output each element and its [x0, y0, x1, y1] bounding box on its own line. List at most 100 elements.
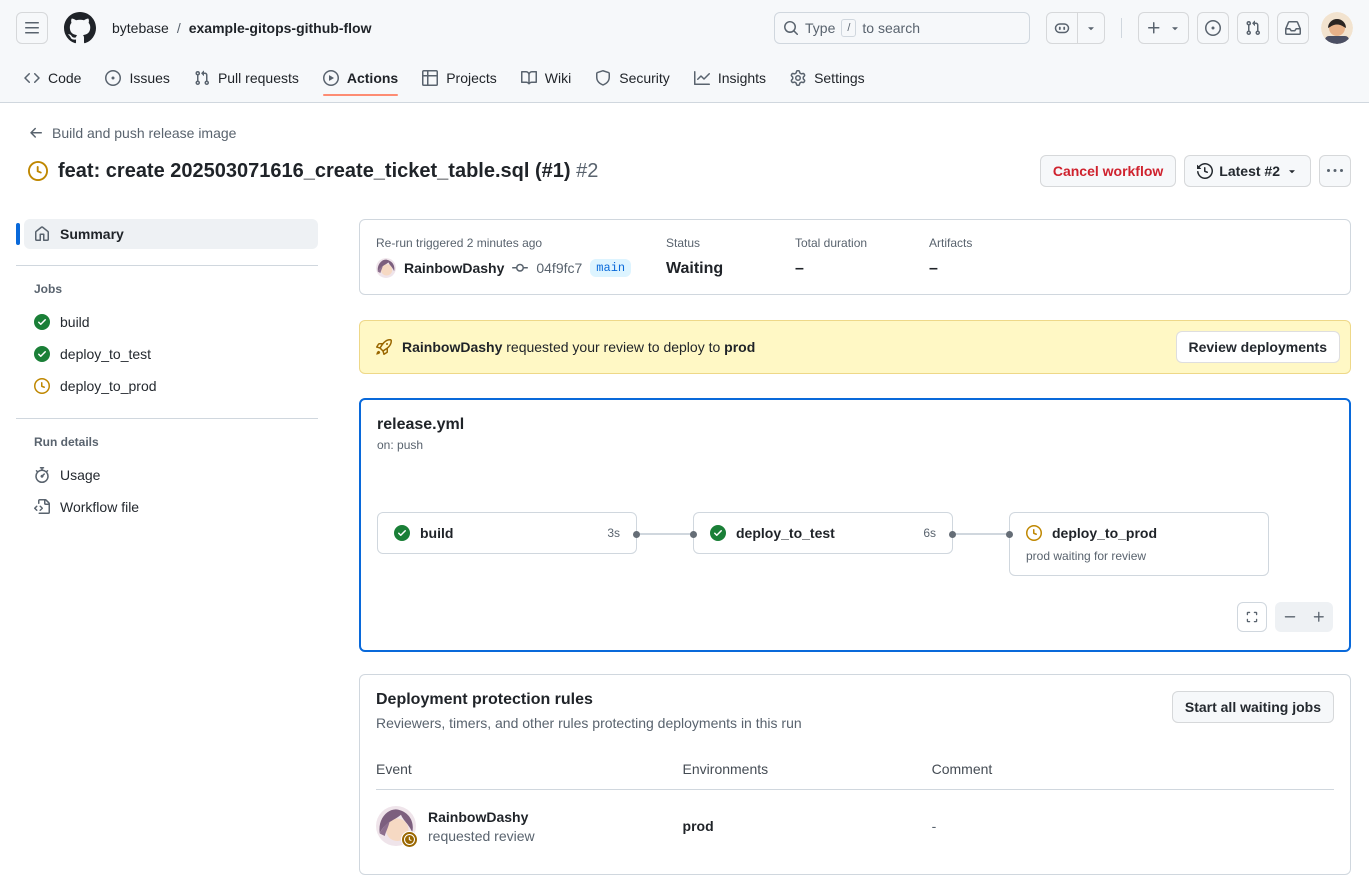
user-avatar-image: [1321, 12, 1353, 44]
actor-link[interactable]: RainbowDashy: [404, 260, 504, 276]
repo-navigation: Code Issues Pull requests Actions Projec…: [0, 56, 1369, 103]
check-circle-icon: [34, 314, 50, 330]
hamburger-menu-button[interactable]: [16, 12, 48, 44]
issues-dashboard-button[interactable]: [1197, 12, 1229, 44]
check-circle-icon: [710, 525, 726, 541]
tab-wiki[interactable]: Wiki: [513, 62, 579, 102]
job-waiting-note: prod waiting for review: [1026, 549, 1252, 563]
connector-line: [953, 533, 1009, 535]
create-new-menu-button[interactable]: [1169, 13, 1188, 43]
file-code-icon: [34, 499, 50, 515]
tab-issues[interactable]: Issues: [97, 62, 177, 102]
table-row: RainbowDashy requested review prod -: [376, 790, 1334, 859]
job-duration: 6s: [923, 526, 936, 540]
search-input[interactable]: Type / to search: [774, 12, 1030, 44]
run-options-kebab-button[interactable]: [1319, 155, 1351, 187]
plus-icon: [1146, 20, 1162, 36]
connector-dot: [949, 531, 956, 538]
branch-badge[interactable]: main: [590, 259, 631, 277]
trigger-text: Re-run triggered 2 minutes ago: [376, 236, 642, 250]
stopwatch-icon: [34, 467, 50, 483]
copilot-icon: [1054, 20, 1070, 36]
review-request-message: RainbowDashy requested your review to de…: [402, 339, 755, 355]
status-value: Waiting: [666, 260, 771, 278]
tab-insights[interactable]: Insights: [686, 62, 774, 102]
sidebar-item-summary[interactable]: Summary: [24, 219, 318, 249]
issue-opened-icon: [105, 70, 121, 86]
tab-settings[interactable]: Settings: [782, 62, 873, 102]
copilot-button[interactable]: [1047, 13, 1077, 43]
github-logo[interactable]: [64, 12, 96, 44]
tab-code[interactable]: Code: [16, 62, 89, 102]
issue-opened-icon: [1205, 20, 1221, 36]
gear-icon: [790, 70, 806, 86]
inbox-button[interactable]: [1277, 12, 1309, 44]
github-mark-icon: [64, 12, 96, 44]
latest-run-button[interactable]: Latest #2: [1184, 155, 1311, 187]
pull-requests-dashboard-button[interactable]: [1237, 12, 1269, 44]
sidebar-job-deploy-to-test[interactable]: deploy_to_test: [24, 338, 318, 370]
back-to-workflow-link[interactable]: Build and push release image: [28, 125, 236, 141]
rules-title: Deployment protection rules: [376, 691, 802, 709]
breadcrumb-repo[interactable]: example-gitops-github-flow: [189, 20, 372, 36]
book-icon: [521, 70, 537, 86]
breadcrumb-owner[interactable]: bytebase: [112, 20, 169, 36]
page-title: feat: create 202503071616_create_ticket_…: [58, 160, 598, 183]
table-icon: [422, 70, 438, 86]
job-duration: 3s: [607, 526, 620, 540]
column-header-event: Event: [376, 753, 683, 790]
workflow-graph-card: release.yml on: push build 3s: [359, 398, 1351, 652]
clock-icon: [34, 378, 50, 394]
commit-sha-link[interactable]: 04f9fc7: [536, 260, 582, 276]
check-circle-icon: [34, 346, 50, 362]
check-circle-icon: [394, 525, 410, 541]
workflow-node-build[interactable]: build 3s: [377, 512, 637, 554]
jobs-section-header: Jobs: [34, 282, 318, 296]
artifacts-value: –: [929, 260, 972, 278]
rules-subtitle: Reviewers, timers, and other rules prote…: [376, 715, 802, 731]
zoom-out-button[interactable]: [1275, 602, 1304, 632]
connector-dot: [690, 531, 697, 538]
workflow-node-deploy-to-prod[interactable]: deploy_to_prod prod waiting for review: [1009, 512, 1269, 576]
header-divider: [1121, 18, 1122, 38]
sidebar-item-workflow-file[interactable]: Workflow file: [24, 491, 318, 523]
sidebar-job-deploy-to-prod[interactable]: deploy_to_prod: [24, 370, 318, 402]
event-description: requested review: [428, 828, 535, 844]
create-new-button[interactable]: [1139, 13, 1169, 43]
tab-actions[interactable]: Actions: [315, 62, 406, 102]
shield-icon: [595, 70, 611, 86]
run-sidebar: Summary Jobs build deploy_to_test deploy…: [16, 219, 318, 875]
clock-icon: [1026, 525, 1042, 541]
copilot-menu-button[interactable]: [1077, 13, 1104, 43]
cancel-workflow-button[interactable]: Cancel workflow: [1040, 155, 1176, 187]
status-label: Status: [666, 236, 771, 250]
reviewer-name-link[interactable]: RainbowDashy: [428, 809, 528, 825]
workflow-node-deploy-to-test[interactable]: deploy_to_test 6s: [693, 512, 953, 554]
deployment-protection-rules-card: Deployment protection rules Reviewers, t…: [359, 674, 1351, 875]
zoom-in-button[interactable]: [1304, 602, 1333, 632]
protection-rules-table: Event Environments Comment: [376, 753, 1334, 858]
sidebar-item-usage[interactable]: Usage: [24, 459, 318, 491]
waiting-badge-icon: [401, 831, 418, 848]
graph-fullscreen-button[interactable]: [1237, 602, 1267, 632]
inbox-icon: [1285, 20, 1301, 36]
user-avatar[interactable]: [1321, 12, 1353, 44]
tab-pull-requests[interactable]: Pull requests: [186, 62, 307, 102]
start-all-waiting-jobs-button[interactable]: Start all waiting jobs: [1172, 691, 1334, 723]
column-header-comment: Comment: [932, 753, 1334, 790]
git-pull-request-icon: [194, 70, 210, 86]
run-details-section-header: Run details: [34, 435, 318, 449]
code-icon: [24, 70, 40, 86]
workflow-file-name: release.yml: [377, 416, 1333, 434]
artifacts-label: Artifacts: [929, 236, 972, 250]
connector-line: [637, 533, 693, 535]
reviewer-avatar: [376, 806, 416, 846]
run-summary-content: Re-run triggered 2 minutes ago RainbowDa…: [359, 219, 1351, 875]
actor-avatar: [376, 258, 396, 278]
tab-projects[interactable]: Projects: [414, 62, 505, 102]
waiting-clock-icon: [28, 161, 48, 181]
plus-icon: [1312, 610, 1326, 624]
review-deployments-button[interactable]: Review deployments: [1176, 331, 1341, 363]
tab-security[interactable]: Security: [587, 62, 678, 102]
sidebar-job-build[interactable]: build: [24, 306, 318, 338]
